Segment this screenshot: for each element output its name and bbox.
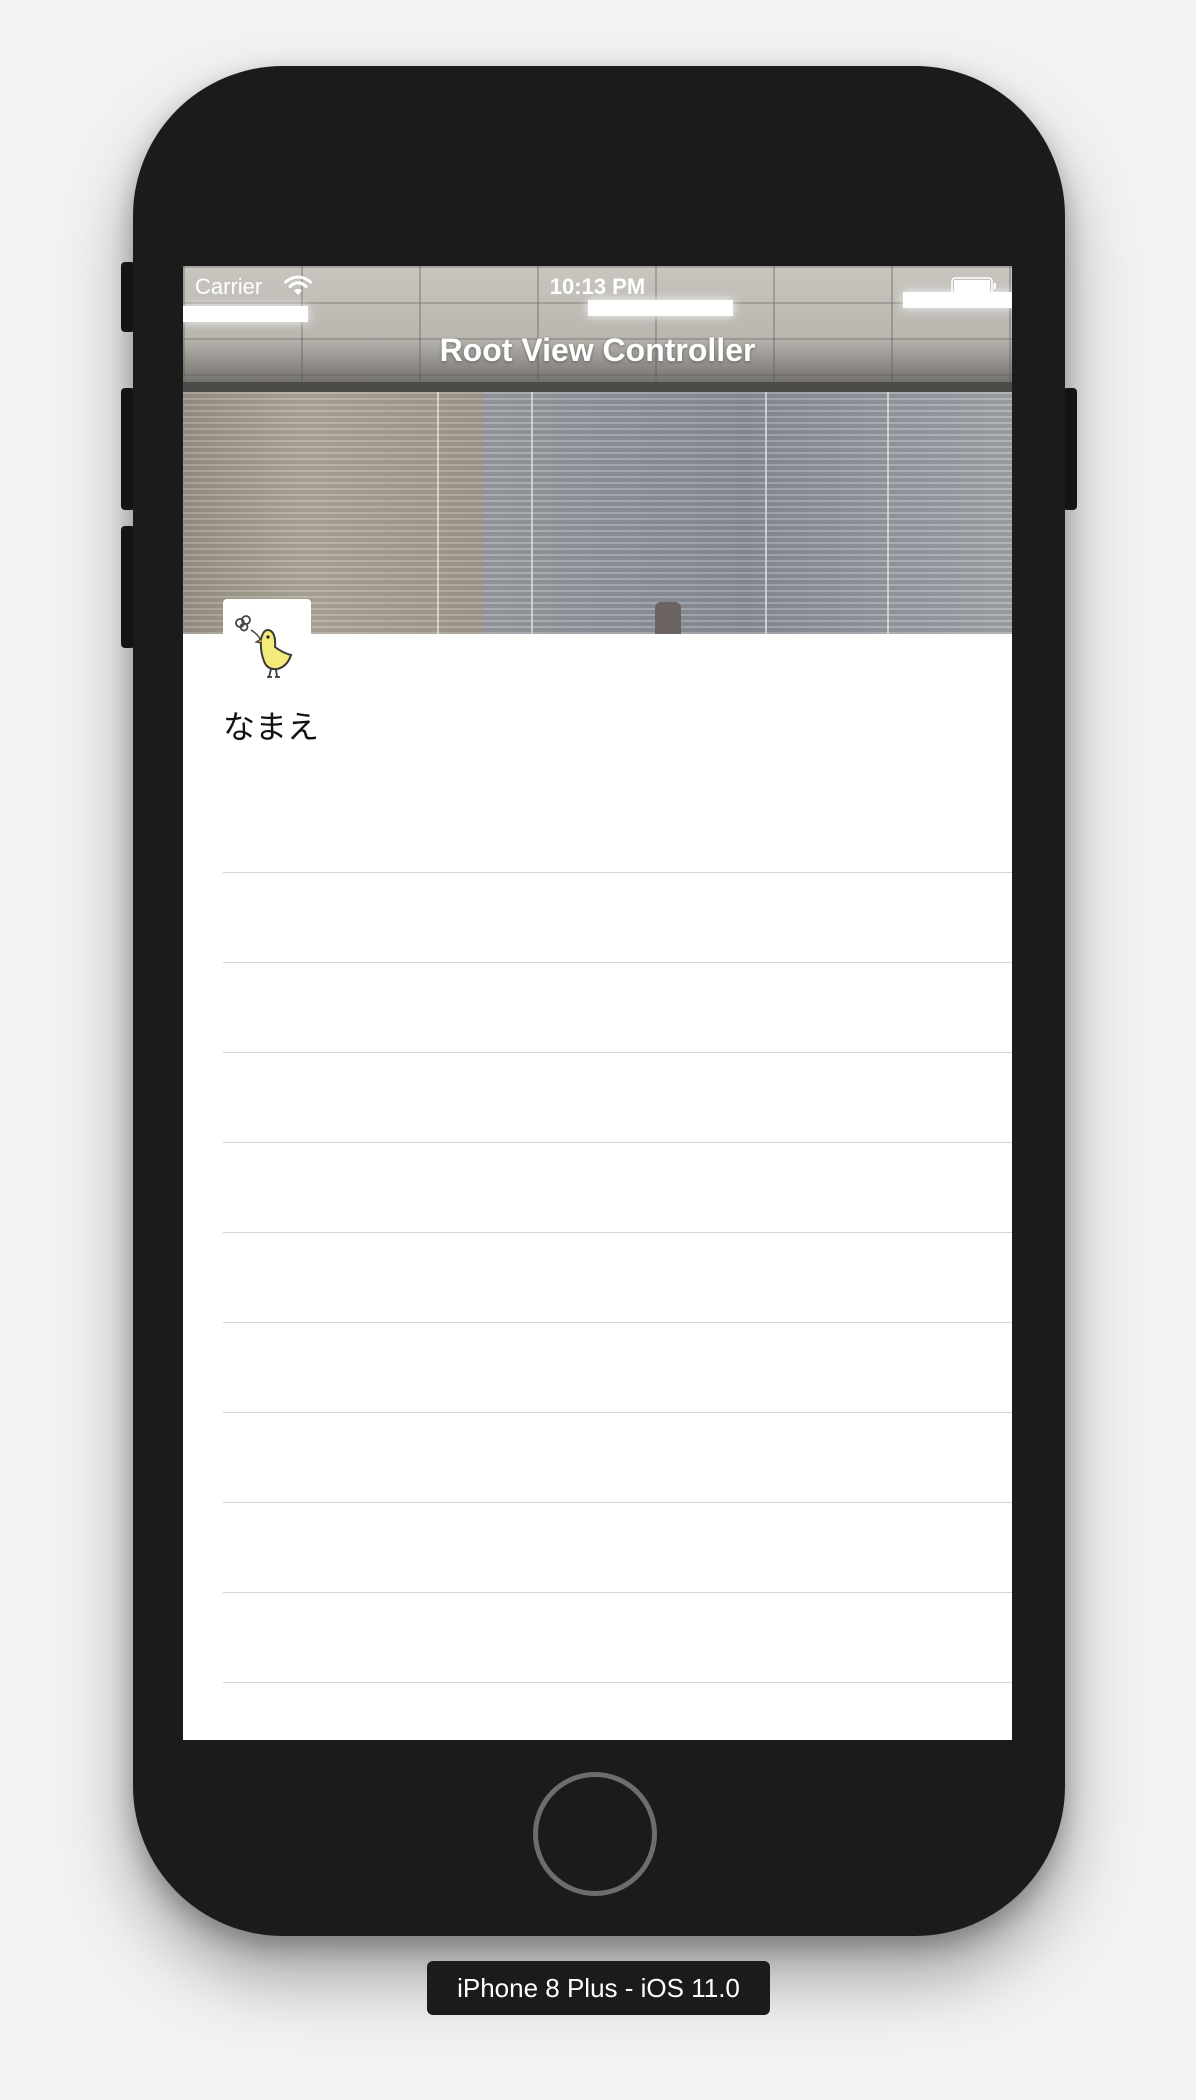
header-photo-blind-cord (887, 392, 889, 634)
app-screen: Carrier 10:13 PM Root View Controller なま… (183, 266, 1012, 1740)
table-row-separator (223, 1412, 1012, 1413)
table-row-separator (223, 1052, 1012, 1053)
header-photo-blinds (483, 392, 1012, 634)
table-row-separator (223, 1592, 1012, 1593)
table-row-separator (223, 1682, 1012, 1683)
header-photo-chair (655, 602, 681, 634)
avatar[interactable] (223, 599, 311, 687)
table-row-separator (223, 962, 1012, 963)
table-row-separator (223, 1232, 1012, 1233)
header-photo-blind-cord (531, 392, 533, 634)
profile-name: なまえ (223, 709, 320, 745)
home-button[interactable] (533, 1772, 657, 1896)
table-row-separator (223, 1142, 1012, 1143)
battery-icon (951, 277, 996, 295)
status-bar: Carrier 10:13 PM (183, 266, 1012, 306)
header-photo-light (183, 306, 308, 322)
table-row-separator (223, 1322, 1012, 1323)
table-row-separator (223, 872, 1012, 873)
power-button[interactable] (1063, 388, 1077, 510)
device-label: iPhone 8 Plus - iOS 11.0 (427, 1961, 770, 2015)
bird-icon (235, 615, 293, 678)
status-time: 10:13 PM (549, 274, 646, 299)
nav-title: Root View Controller (439, 332, 756, 368)
header-photo-blind-cord (437, 392, 439, 634)
table-row-separator (223, 1502, 1012, 1503)
header-image: Carrier 10:13 PM Root View Controller (183, 266, 1012, 634)
header-photo-blind-cord (765, 392, 767, 634)
header-photo-beam (183, 382, 1012, 392)
